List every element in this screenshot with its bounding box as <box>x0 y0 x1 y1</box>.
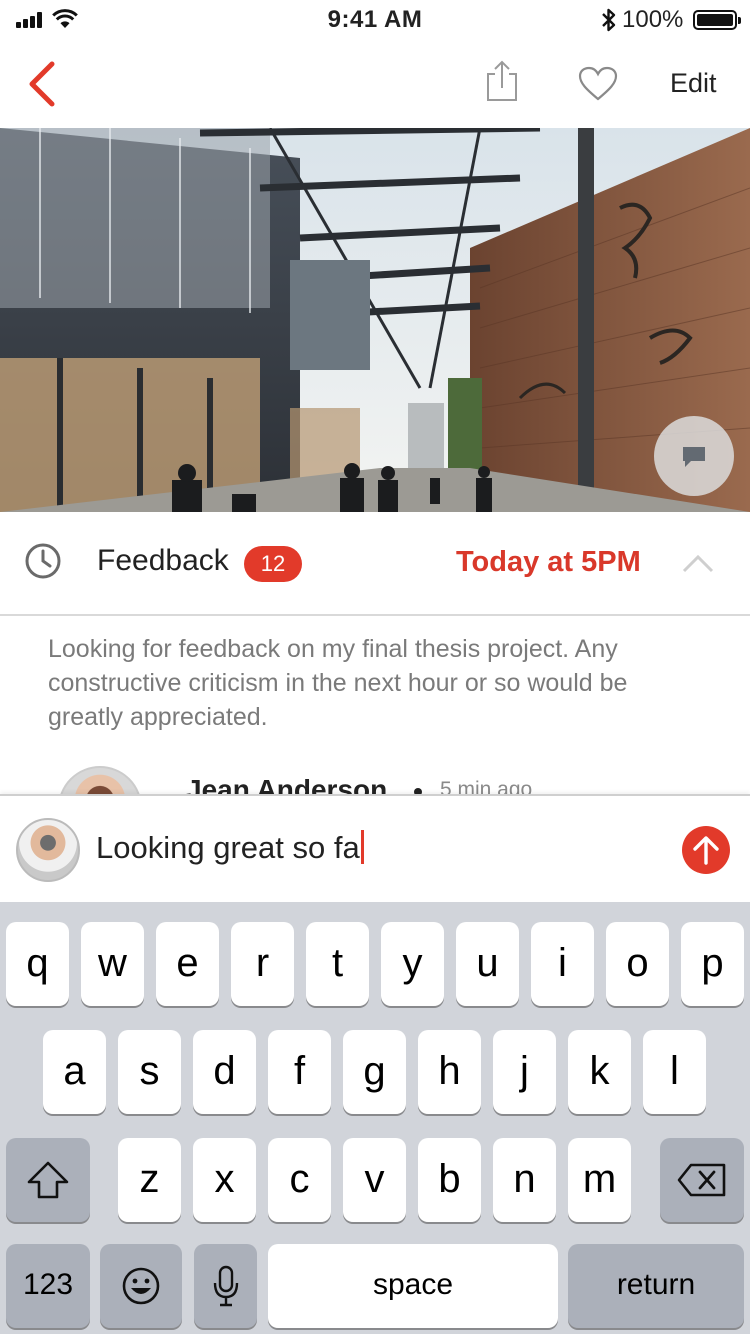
text-caret <box>360 830 364 864</box>
clock-icon <box>25 543 61 579</box>
key-m[interactable]: m <box>568 1138 631 1222</box>
emoji-icon <box>122 1267 160 1305</box>
avatar <box>16 818 80 882</box>
key-o[interactable]: o <box>606 922 669 1006</box>
avatar <box>58 766 142 796</box>
arrow-up-icon <box>693 836 719 865</box>
key-h[interactable]: h <box>418 1030 481 1114</box>
delete-key[interactable] <box>660 1138 744 1222</box>
key-n[interactable]: n <box>493 1138 556 1222</box>
key-s[interactable]: s <box>118 1030 181 1114</box>
key-f[interactable]: f <box>268 1030 331 1114</box>
key-k[interactable]: k <box>568 1030 631 1114</box>
keyboard: q w e r t y u i o p a s d f g h j k l z … <box>0 902 750 1334</box>
comment-item: Jean Anderson 5 min ago <box>0 760 750 796</box>
key-y[interactable]: y <box>381 922 444 1006</box>
status-bar: 9:41 AM 100% <box>0 0 750 40</box>
feedback-label: Feedback <box>97 544 229 577</box>
key-t[interactable]: t <box>306 922 369 1006</box>
key-v[interactable]: v <box>343 1138 406 1222</box>
comment-composer: Looking great so fa <box>0 794 750 902</box>
key-w[interactable]: w <box>81 922 144 1006</box>
key-q[interactable]: q <box>6 922 69 1006</box>
key-j[interactable]: j <box>493 1030 556 1114</box>
send-button[interactable] <box>682 826 730 874</box>
comment-button[interactable] <box>654 416 734 496</box>
chevron-up-icon[interactable] <box>682 554 714 574</box>
key-r[interactable]: r <box>231 922 294 1006</box>
key-i[interactable]: i <box>531 922 594 1006</box>
key-x[interactable]: x <box>193 1138 256 1222</box>
battery-percent: 100% <box>622 6 684 33</box>
feedback-header[interactable]: Feedback 12 Today at 5PM <box>0 512 750 616</box>
battery-icon <box>693 10 741 30</box>
bluetooth-icon <box>602 8 616 32</box>
shift-icon <box>27 1161 69 1199</box>
feedback-count-badge: 12 <box>244 546 302 582</box>
numbers-key[interactable]: 123 <box>6 1244 90 1328</box>
key-a[interactable]: a <box>43 1030 106 1114</box>
due-time: Today at 5PM <box>456 546 641 578</box>
edit-button[interactable]: Edit <box>670 68 717 99</box>
microphone-icon <box>213 1265 238 1307</box>
key-e[interactable]: e <box>156 922 219 1006</box>
key-l[interactable]: l <box>643 1030 706 1114</box>
key-g[interactable]: g <box>343 1030 406 1114</box>
key-c[interactable]: c <box>268 1138 331 1222</box>
backspace-icon <box>677 1163 726 1197</box>
comment-input-value: Looking great so fa <box>96 830 360 865</box>
feedback-description: Looking for feedback on my final thesis … <box>48 635 628 731</box>
key-d[interactable]: d <box>193 1030 256 1114</box>
key-b[interactable]: b <box>418 1138 481 1222</box>
comment-author: Jean Anderson <box>186 774 388 796</box>
key-u[interactable]: u <box>456 922 519 1006</box>
dictation-key[interactable] <box>194 1244 257 1328</box>
nav-bar: Edit <box>0 44 750 128</box>
comment-input[interactable]: Looking great so fa <box>96 830 364 866</box>
space-key[interactable]: space <box>268 1244 558 1328</box>
share-icon[interactable] <box>482 60 522 104</box>
key-p[interactable]: p <box>681 922 744 1006</box>
return-key[interactable]: return <box>568 1244 744 1328</box>
speech-bubble-icon <box>683 447 705 467</box>
heart-icon[interactable] <box>578 66 618 102</box>
key-z[interactable]: z <box>118 1138 181 1222</box>
project-hero-image <box>0 128 750 512</box>
emoji-key[interactable] <box>100 1244 182 1328</box>
back-chevron-icon[interactable] <box>24 58 64 110</box>
shift-key[interactable] <box>6 1138 90 1222</box>
